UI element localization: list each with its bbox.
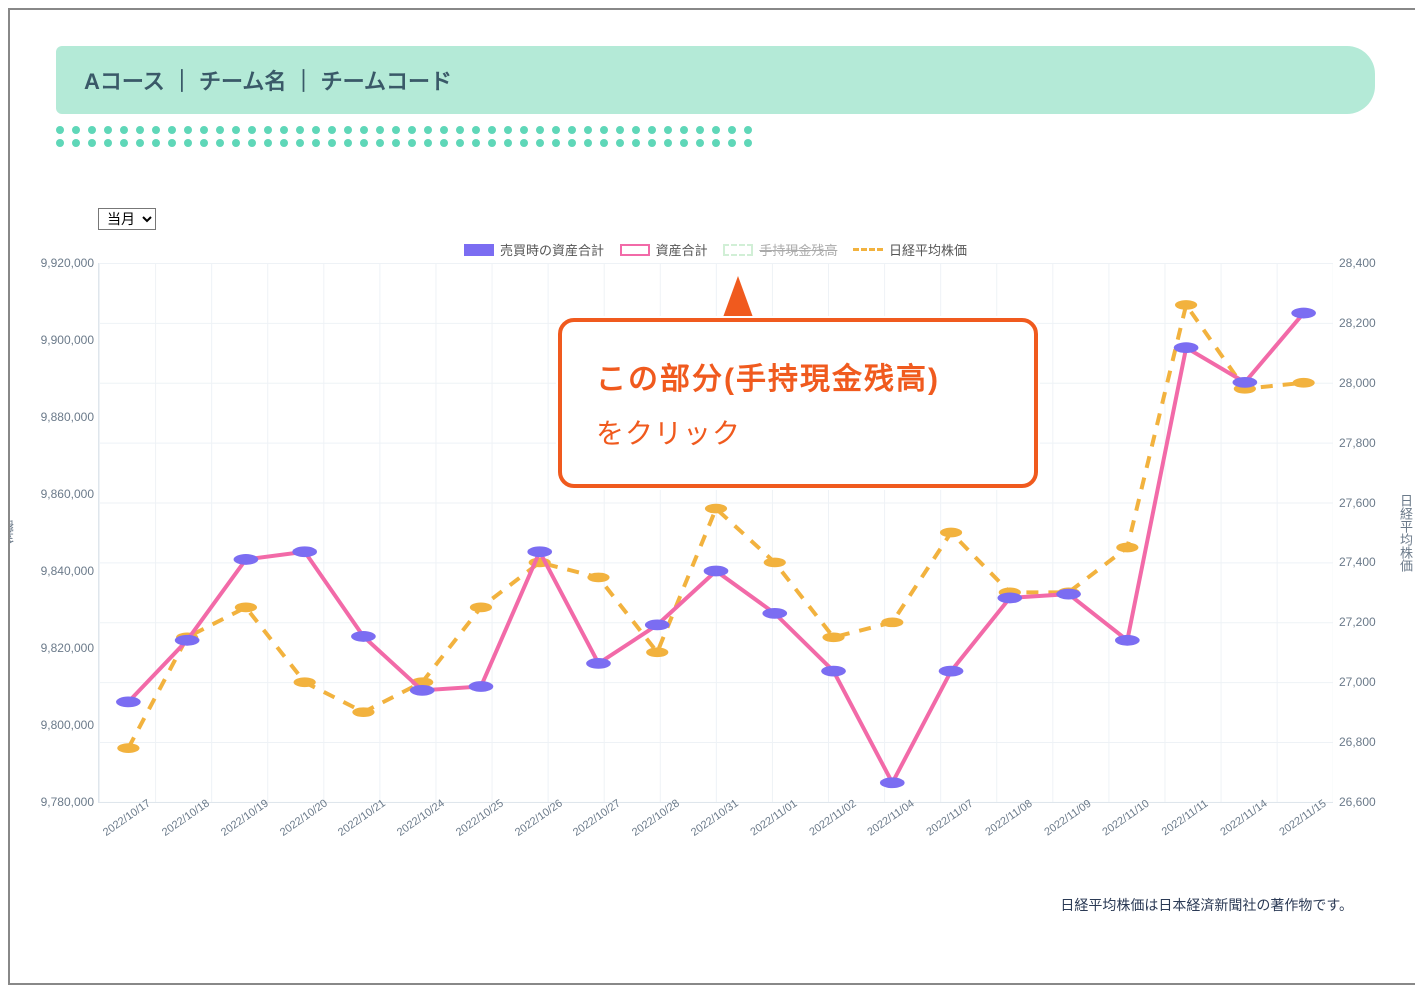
header-course: Aコース	[84, 69, 165, 94]
dash-icon	[853, 248, 883, 251]
breadcrumb-header: Aコース ｜ チーム名 ｜ チームコード	[56, 46, 1375, 114]
legend-item-asset-total[interactable]: 資産合計	[620, 240, 708, 259]
y2-axis-ticks: 26,60026,80027,00027,20027,40027,60027,8…	[1339, 263, 1391, 802]
square-icon	[723, 244, 753, 256]
chart-legend: 売買時の資産合計 資産合計 手持現金残高 日経平均株価	[98, 240, 1333, 259]
copyright-note: 日経平均株価は日本経済新聞社の著作物です。	[1060, 895, 1353, 915]
callout-line1: この部分(手持現金残高)	[596, 354, 1000, 398]
header-code: チームコード	[321, 69, 452, 94]
callout-line2: をクリック	[596, 412, 1000, 452]
chart-area: 当月 売買時の資産合計 資産合計 手持現金残高 日経平均株価 金額 日経平均株価…	[98, 208, 1333, 885]
legend-item-cash-balance[interactable]: 手持現金残高	[723, 240, 837, 259]
period-select[interactable]: 当月	[98, 208, 156, 230]
y-axis-label: 金額	[8, 520, 18, 546]
decorative-dots	[56, 139, 1375, 147]
square-icon	[620, 244, 650, 256]
y2-axis-label: 日経平均株価	[1396, 494, 1415, 572]
header-team: チーム名	[199, 69, 286, 94]
x-axis-ticks: 2022/10/172022/10/182022/10/192022/10/20…	[99, 804, 1333, 850]
decorative-dots	[56, 126, 1375, 134]
callout-arrow-icon	[722, 276, 754, 320]
instruction-callout: この部分(手持現金残高) をクリック	[558, 318, 1038, 488]
square-icon	[464, 244, 494, 256]
legend-item-asset-at-trade[interactable]: 売買時の資産合計	[464, 240, 604, 259]
y-axis-ticks: 9,780,0009,800,0009,820,0009,840,0009,86…	[24, 263, 94, 802]
legend-item-nikkei[interactable]: 日経平均株価	[853, 240, 967, 259]
